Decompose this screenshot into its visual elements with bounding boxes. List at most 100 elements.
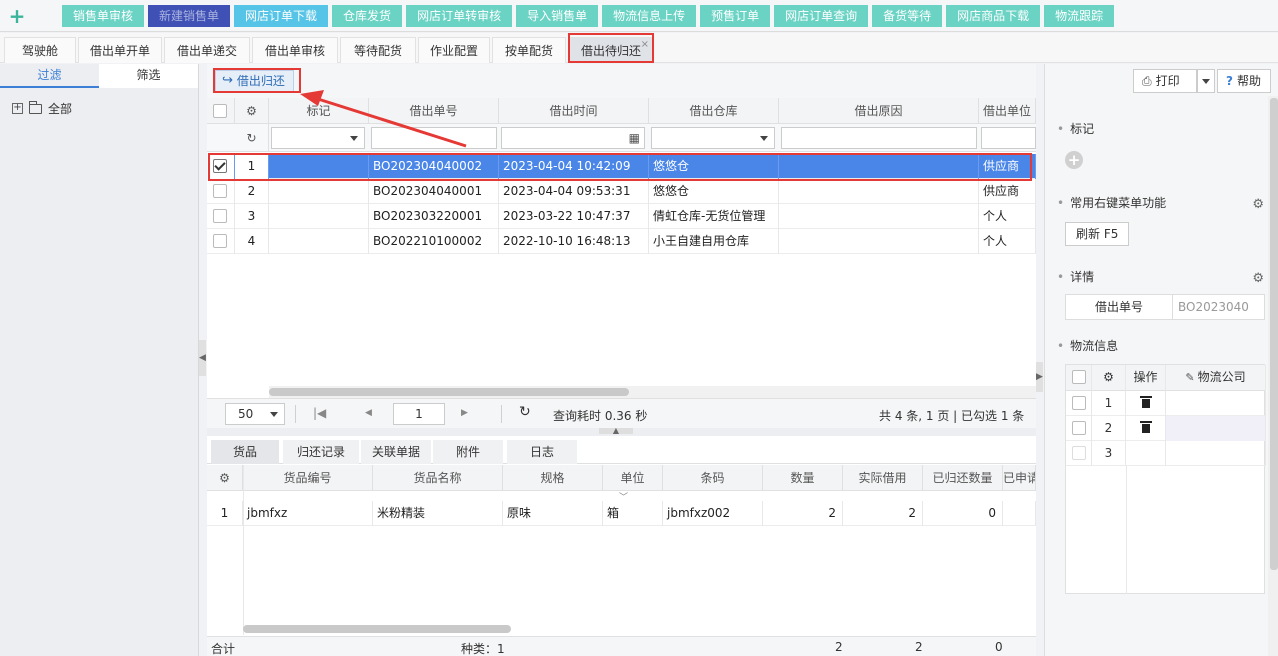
top-btn-order-to-review[interactable]: 网店订单转审核	[406, 4, 513, 27]
row-checkbox[interactable]	[1072, 421, 1086, 435]
col-goods-code[interactable]: 货品编号	[243, 465, 373, 491]
col-spec[interactable]: 规格	[503, 465, 603, 491]
logistics-row[interactable]: 1	[1066, 391, 1266, 416]
col-logistics-company[interactable]: ✎ 物流公司	[1166, 365, 1266, 391]
col-borrow-time[interactable]: 借出时间	[499, 98, 649, 124]
calendar-icon[interactable]: ▦	[629, 131, 640, 145]
filter-time[interactable]: ▦	[501, 127, 645, 149]
top-btn-sales-review[interactable]: 销售单审核	[62, 4, 145, 27]
table-row[interactable]: 2 BO202304040001 2023-04-04 09:53:31 悠悠仓…	[207, 179, 1036, 204]
tab-goods[interactable]: 货品	[211, 440, 279, 464]
tab-log[interactable]: 日志	[507, 440, 577, 464]
top-btn-import-sales[interactable]: 导入销售单	[516, 4, 599, 27]
row-checkbox[interactable]	[213, 184, 227, 198]
left-collapse-handle[interactable]: ◀	[199, 340, 206, 376]
tab-filter[interactable]: 过滤	[0, 64, 99, 88]
add-icon[interactable]: +	[0, 0, 34, 32]
col-applied[interactable]: 已申请	[1003, 465, 1036, 491]
menu-title: 常用右键菜单功能	[1057, 194, 1166, 211]
tab-select[interactable]: 筛选	[99, 64, 198, 88]
logistics-row[interactable]: 3	[1066, 441, 1266, 466]
select-all-checkbox[interactable]	[1072, 370, 1086, 384]
col-warehouse[interactable]: 借出仓库	[649, 98, 779, 124]
filter-reason[interactable]	[781, 127, 977, 149]
table-row[interactable]: 4 BO202210100002 2022-10-10 16:48:13 小王自…	[207, 229, 1036, 254]
refresh-icon[interactable]: ↻	[519, 404, 531, 420]
goods-row[interactable]: 1 jbmfxz 米粉精装 原味 箱 jbmfxz002 2 2 0	[207, 501, 1036, 526]
filter-warehouse[interactable]	[651, 127, 775, 149]
top-btn-goods-download[interactable]: 网店商品下载	[946, 4, 1041, 27]
split-handle[interactable]: ▲	[599, 427, 633, 435]
top-btn-stock-wait[interactable]: 备货等待	[872, 4, 943, 27]
col-unit[interactable]: 借出单位	[979, 98, 1036, 124]
col-returned[interactable]: 已归还数量	[923, 465, 1003, 491]
close-icon[interactable]: ×	[641, 32, 649, 58]
logistics-row[interactable]: 2	[1066, 416, 1266, 441]
tree-root[interactable]: + 全部	[0, 88, 198, 117]
borrow-return-button[interactable]: ↪ 借出归还	[215, 70, 294, 92]
tab-job-config[interactable]: 作业配置	[418, 37, 490, 63]
help-button[interactable]: ? 帮助	[1217, 69, 1271, 93]
col-bill-no[interactable]: 借出单号	[369, 98, 499, 124]
gear-icon[interactable]: ⚙	[207, 465, 243, 491]
refresh-icon[interactable]: ↻	[235, 124, 269, 152]
top-btn-order-download[interactable]: 网店订单下载	[234, 4, 329, 27]
col-qty[interactable]: 数量	[763, 465, 843, 491]
filter-bill-no[interactable]	[371, 127, 497, 149]
top-btn-order-query[interactable]: 网店订单查询	[774, 4, 869, 27]
page-input[interactable]: 1	[393, 403, 445, 425]
chevron-down-icon	[270, 412, 278, 417]
tab-attachments[interactable]: 附件	[433, 440, 503, 464]
goods-hscroll-thumb[interactable]	[243, 625, 511, 633]
col-goods-name[interactable]: 货品名称	[373, 465, 503, 491]
tab-borrow-review[interactable]: 借出单审核	[252, 37, 338, 63]
expand-icon[interactable]: +	[12, 103, 23, 114]
top-btn-warehouse-ship[interactable]: 仓库发货	[332, 4, 403, 27]
table-row[interactable]: 3 BO202303220001 2023-03-22 10:47:37 倩虹仓…	[207, 204, 1036, 229]
next-page-icon[interactable]: ▶	[461, 408, 468, 418]
col-mark[interactable]: 标记	[269, 98, 369, 124]
row-checkbox[interactable]	[1072, 446, 1086, 460]
col-barcode[interactable]: 条码	[663, 465, 763, 491]
print-button[interactable]: ⎙ 打印	[1133, 69, 1197, 93]
gear-icon[interactable]: ⚙	[1092, 365, 1126, 391]
top-btn-logistics-upload[interactable]: 物流信息上传	[602, 4, 697, 27]
print-dropdown[interactable]	[1197, 69, 1215, 93]
page-size-select[interactable]: 50	[225, 403, 285, 425]
right-collapse-handle[interactable]: ▶	[1036, 362, 1043, 392]
top-btn-logistics-track[interactable]: 物流跟踪	[1044, 4, 1115, 27]
tab-wait-pick[interactable]: 等待配货	[340, 37, 416, 63]
right-vscroll-thumb[interactable]	[1270, 98, 1278, 570]
top-btn-presale[interactable]: 预售订单	[700, 4, 771, 27]
tab-borrow-pending-return[interactable]: 借出待归还 ×	[570, 37, 652, 63]
tab-borrow-submit[interactable]: 借出单递交	[164, 37, 250, 63]
gear-icon[interactable]: ⚙	[235, 98, 269, 124]
tab-return-records[interactable]: 归还记录	[283, 440, 359, 464]
col-reason[interactable]: 借出原因	[779, 98, 979, 124]
top-btn-new-sales[interactable]: 新建销售单	[148, 4, 231, 27]
col-borrowed[interactable]: 实际借用	[843, 465, 923, 491]
add-mark-icon[interactable]: +	[1065, 151, 1083, 169]
tab-related-docs[interactable]: 关联单据	[361, 440, 431, 464]
gear-icon[interactable]: ⚙	[1252, 271, 1264, 286]
gear-icon[interactable]: ⚙	[1252, 197, 1264, 212]
prev-page-icon[interactable]: ◀	[365, 408, 372, 418]
table-row[interactable]: 1 BO202304040002 2023-04-04 10:42:09 悠悠仓…	[207, 154, 1036, 179]
row-checkbox[interactable]	[213, 159, 227, 173]
grid-hscroll-thumb[interactable]	[269, 388, 629, 396]
tab-pick-by-order[interactable]: 按单配货	[492, 37, 566, 63]
trash-icon[interactable]	[1139, 421, 1152, 433]
row-checkbox[interactable]	[1072, 396, 1086, 410]
col-operation[interactable]: 操作	[1126, 365, 1166, 391]
tab-borrow-create[interactable]: 借出单开单	[78, 37, 162, 63]
filter-unit[interactable]	[981, 127, 1036, 149]
col-unit[interactable]: 单位	[603, 465, 663, 491]
tab-cockpit[interactable]: 驾驶舱	[4, 37, 76, 63]
row-checkbox[interactable]	[213, 209, 227, 223]
select-all-checkbox[interactable]	[213, 104, 227, 118]
row-checkbox[interactable]	[213, 234, 227, 248]
trash-icon[interactable]	[1139, 396, 1152, 408]
filter-mark[interactable]	[271, 127, 365, 149]
first-page-icon[interactable]: |◀	[313, 406, 326, 420]
refresh-f5-button[interactable]: 刷新 F5	[1065, 222, 1130, 246]
